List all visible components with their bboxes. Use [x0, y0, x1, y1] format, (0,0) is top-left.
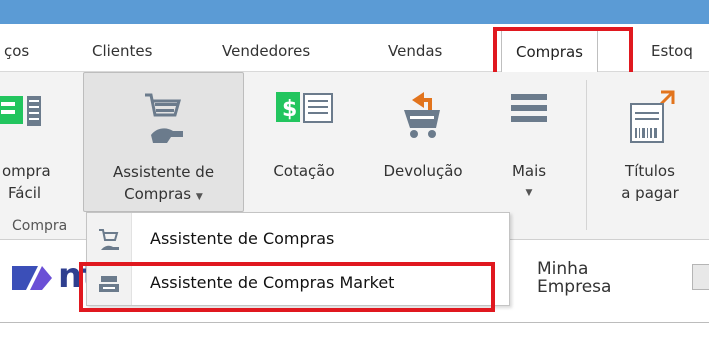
assistente-de-compras-button[interactable]: Assistente de Compras ▼ — [83, 72, 244, 212]
logo-icon — [8, 258, 54, 302]
assistente-de-compras-label: Assistente de Compras ▼ — [112, 163, 215, 203]
titulos-a-pagar-button[interactable]: Títulos a pagar — [600, 72, 700, 212]
window-icon[interactable] — [692, 264, 709, 290]
compra-facil-label: ompra Fácil — [2, 162, 51, 202]
dropdown-arrow-icon: ▼ — [195, 192, 203, 202]
mais-dropdown-arrow-icon: ▼ — [525, 188, 533, 198]
menu-item-assistente-de-compras[interactable]: Assistente de Compras — [87, 217, 509, 261]
mais-label: Mais ▼ — [492, 160, 566, 204]
tab-estoque[interactable]: Estoq — [651, 30, 693, 72]
mais-button[interactable]: Mais ▼ — [492, 72, 566, 212]
cart-return-icon — [400, 90, 446, 144]
highlight-box-market-item — [79, 262, 495, 312]
tab-vendas[interactable]: Vendas — [388, 30, 442, 72]
svg-text:$: $ — [282, 97, 297, 122]
bills-to-pay-icon — [625, 90, 675, 150]
window-title-bar — [0, 0, 709, 24]
minha-empresa-button[interactable]: Minha Empresa — [537, 260, 611, 296]
compra-facil-button[interactable]: ompra Fácil — [0, 72, 78, 212]
ribbon-group-label: Compra — [12, 218, 68, 234]
devolucao-label: Devolução — [383, 162, 463, 180]
cart-hand-icon — [97, 228, 121, 256]
cart-hand-icon — [141, 91, 187, 151]
titulos-a-pagar-label: Títulos a pagar — [621, 162, 679, 202]
devolucao-button[interactable]: Devolução — [362, 72, 484, 212]
tab-vendedores[interactable]: Vendedores — [222, 30, 310, 72]
tab-servicos[interactable]: ços — [4, 30, 29, 72]
quotation-icon: $ — [274, 90, 334, 134]
tab-clientes[interactable]: Clientes — [92, 30, 152, 72]
menu-item-label: Assistente de Compras — [150, 229, 335, 248]
cotacao-label: Cotação — [273, 162, 335, 180]
easy-purchase-icon — [0, 90, 47, 140]
cotacao-button[interactable]: $ Cotação — [252, 72, 356, 212]
hamburger-icon — [509, 90, 549, 130]
